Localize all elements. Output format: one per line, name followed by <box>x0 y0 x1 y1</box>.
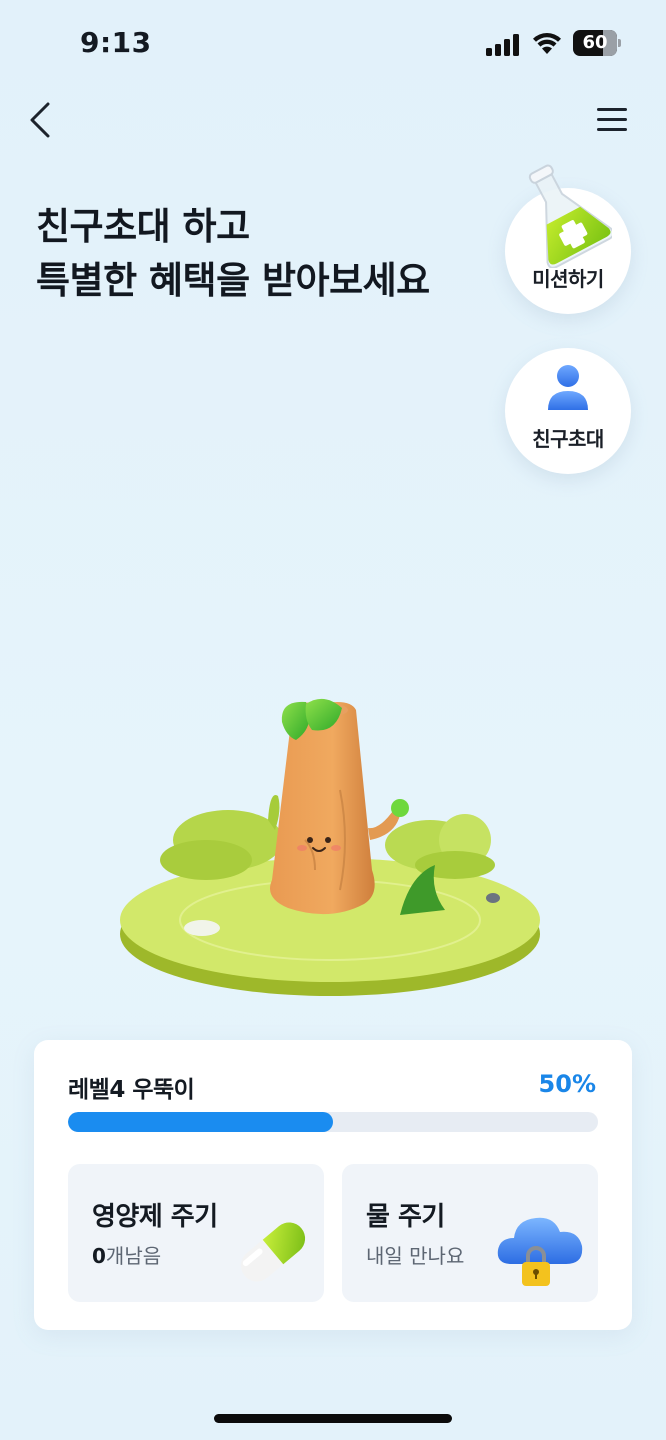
back-button[interactable] <box>22 98 62 142</box>
give-nutrient-title: 영양제 주기 <box>92 1202 218 1232</box>
give-water-title: 물 주기 <box>366 1202 445 1232</box>
give-water-status: 내일 만나요 <box>366 1244 465 1268</box>
chevron-left-icon <box>30 102 50 138</box>
locked-cloud-icon <box>497 1217 583 1286</box>
level-progress-fill <box>68 1112 333 1132</box>
headline-line-1: 친구초대 하고 <box>36 205 250 248</box>
level-title: 레벨4 우뚝이 <box>68 1077 195 1103</box>
wifi-icon <box>533 32 561 54</box>
top-nav <box>0 90 666 150</box>
nutrient-remaining-label: 개남음 <box>105 1244 162 1268</box>
headline-line-2: 특별한 혜택을 받아보세요 <box>36 259 430 302</box>
tree-character-illustration <box>120 698 540 996</box>
flask-plus-icon <box>528 164 612 268</box>
person-icon <box>548 365 588 410</box>
pill-capsule-icon <box>240 1222 306 1282</box>
nutrient-remaining: 0개남음 <box>92 1240 161 1269</box>
nutrient-count: 0 <box>92 1244 106 1268</box>
give-nutrient-button[interactable]: 영양제 주기 0개남음 <box>68 1164 324 1302</box>
signal-icon <box>486 34 522 56</box>
invite-friend-label: 친구초대 <box>532 427 604 451</box>
level-percent: 50% <box>538 1070 596 1098</box>
menu-button[interactable] <box>594 102 630 138</box>
give-water-button[interactable]: 물 주기 내일 만나요 <box>342 1164 598 1302</box>
status-bar: 9:13 60 <box>0 0 666 90</box>
level-progress-bar <box>68 1112 598 1132</box>
home-indicator <box>214 1414 452 1423</box>
status-time: 9:13 <box>80 26 152 59</box>
battery-level: 60 <box>582 32 608 53</box>
level-card: 레벨4 우뚝이 50% 영양제 주기 0개남음 물 주기 내일 만나요 <box>34 1040 632 1330</box>
battery-icon: 60 <box>573 30 621 56</box>
page-headline: 친구초대 하고 특별한 혜택을 받아보세요 <box>36 200 430 308</box>
